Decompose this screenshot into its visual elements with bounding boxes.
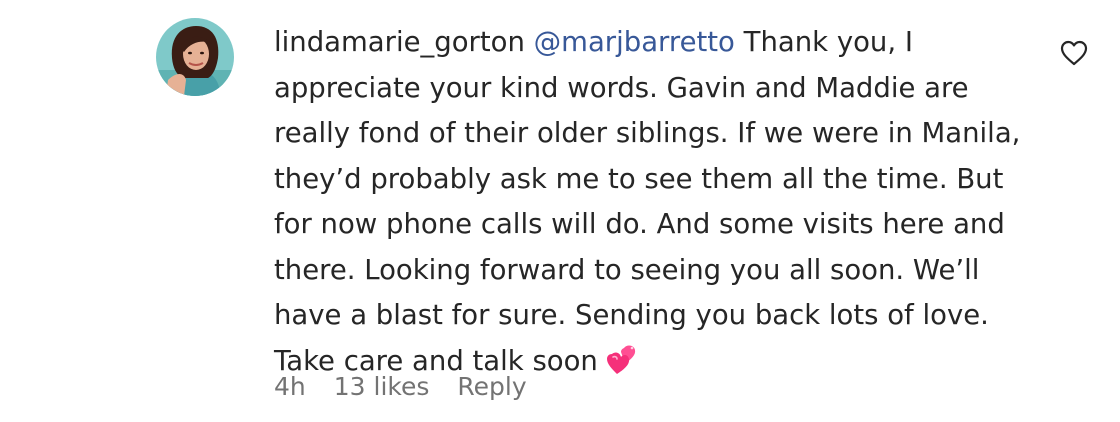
like-heart-icon[interactable] <box>1060 40 1088 66</box>
avatar[interactable] <box>156 18 234 96</box>
comment-text-block: lindamarie_gorton @marjbarretto Thank yo… <box>274 20 1034 384</box>
comment-meta: 4h 13 likes Reply <box>274 372 527 401</box>
avatar-image <box>156 18 234 96</box>
comment-mention[interactable]: @marjbarretto <box>534 26 735 58</box>
comment-text: Thank you, I appreciate your kind words.… <box>274 26 1021 377</box>
comment-body: lindamarie_gorton @marjbarretto Thank yo… <box>274 20 1034 384</box>
two-hearts-icon <box>604 344 638 376</box>
comment-username[interactable]: lindamarie_gorton <box>274 26 525 58</box>
comment: lindamarie_gorton @marjbarretto Thank yo… <box>0 0 1120 422</box>
comment-time[interactable]: 4h <box>274 372 306 401</box>
comment-likes[interactable]: 13 likes <box>334 372 430 401</box>
reply-button[interactable]: Reply <box>457 372 526 401</box>
